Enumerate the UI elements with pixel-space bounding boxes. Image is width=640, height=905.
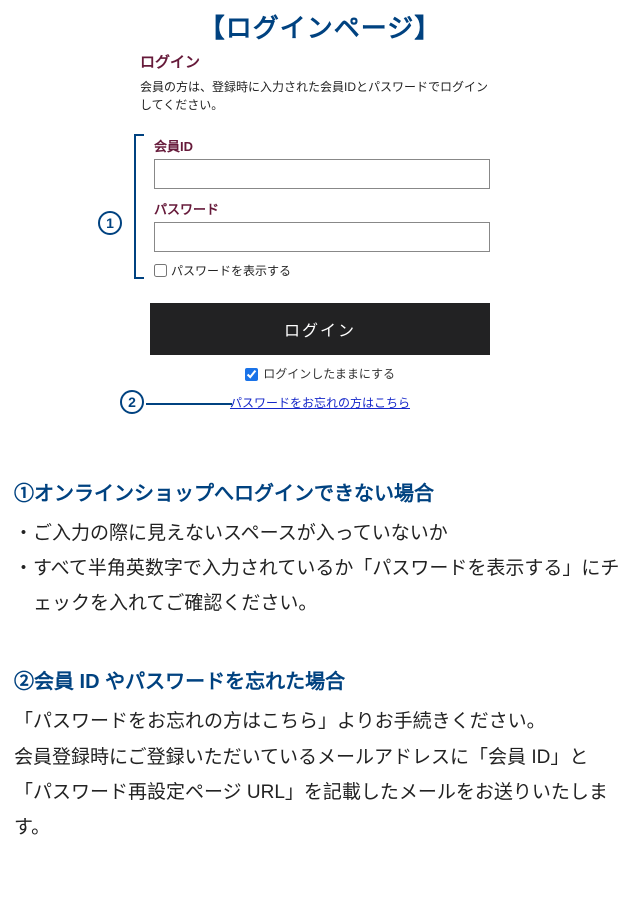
instruction-2-body: 「パスワードをお忘れの方はこちら」よりお手続きください。 会員登録時にご登録いた… bbox=[14, 704, 626, 845]
stay-logged-row: ログインしたままにする bbox=[140, 365, 500, 382]
page-title: 【ログインページ】 bbox=[0, 8, 640, 45]
instruction-1-body: ・ご入力の際に見えないスペースが入っていないか ・すべて半角英数字で入力されてい… bbox=[14, 516, 626, 621]
login-button[interactable]: ログイン bbox=[150, 303, 490, 355]
login-heading: ログイン bbox=[140, 51, 500, 72]
member-id-label: 会員ID bbox=[154, 136, 490, 155]
login-description: 会員の方は、登録時に入力された会員IDとパスワードでログインしてください。 bbox=[140, 78, 500, 114]
member-id-input[interactable] bbox=[154, 159, 490, 189]
show-password-row: パスワードを表示する bbox=[154, 262, 490, 279]
login-panel: ログイン 会員の方は、登録時に入力された会員IDとパスワードでログインしてくださ… bbox=[140, 51, 500, 411]
password-input[interactable] bbox=[154, 222, 490, 252]
annotation-marker-2: 2 bbox=[120, 390, 144, 414]
stay-logged-label: ログインしたままにする bbox=[263, 367, 395, 381]
login-form: 1 会員ID パスワード パスワードを表示する bbox=[140, 126, 500, 285]
instruction-1-num: ① bbox=[14, 483, 34, 505]
instructions: ①オンラインショップへログインできない場合 ・ご入力の際に見えないスペースが入っ… bbox=[14, 477, 626, 845]
instruction-1-title: オンラインショップへログインできない場合 bbox=[34, 483, 434, 505]
annotation-marker-1: 1 bbox=[98, 211, 122, 235]
instruction-1-heading: ①オンラインショップへログインできない場合 bbox=[14, 477, 626, 506]
instruction-2-num: ② bbox=[14, 671, 34, 693]
instruction-1-line-2: ・すべて半角英数字で入力されているか「パスワードを表示する」にチェックを入れてご… bbox=[14, 551, 626, 621]
instruction-1-line-1: ・ご入力の際に見えないスペースが入っていないか bbox=[14, 516, 626, 551]
stay-logged-checkbox[interactable] bbox=[245, 368, 258, 381]
show-password-checkbox[interactable] bbox=[154, 264, 167, 277]
forgot-password-row: 2 パスワードをお忘れの方はこちら bbox=[140, 394, 500, 411]
forgot-password-link[interactable]: パスワードをお忘れの方はこちら bbox=[230, 396, 410, 410]
instruction-2-heading: ②会員 ID やパスワードを忘れた場合 bbox=[14, 665, 626, 694]
instruction-2-title: 会員 ID やパスワードを忘れた場合 bbox=[34, 671, 345, 693]
show-password-label: パスワードを表示する bbox=[171, 262, 291, 279]
annotation-bracket-1 bbox=[134, 134, 144, 279]
password-label: パスワード bbox=[154, 199, 490, 218]
annotation-line-2 bbox=[146, 403, 232, 405]
